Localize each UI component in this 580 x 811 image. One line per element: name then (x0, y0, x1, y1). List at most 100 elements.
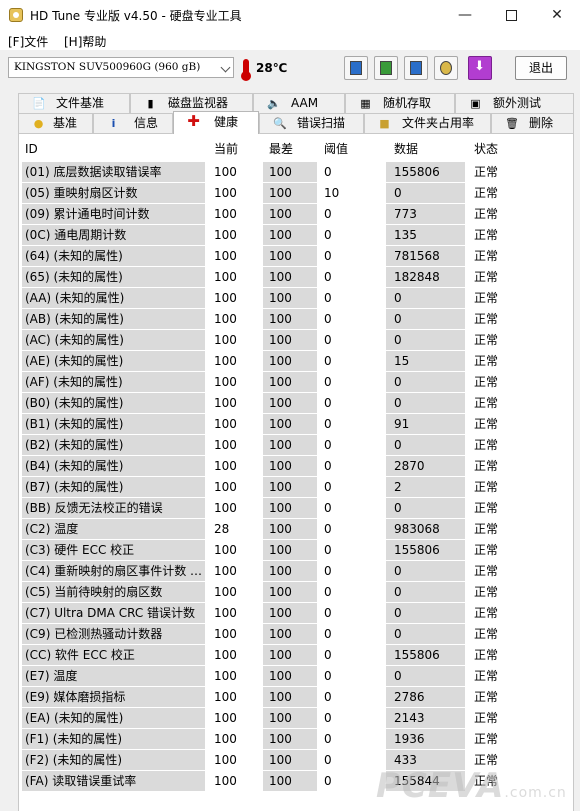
cell-data: 2 (386, 477, 465, 497)
cell-id: (CC) 软件 ECC 校正 (22, 645, 205, 665)
table-row[interactable]: (BB) 反馈无法校正的错误 100 100 0 0 正常 (20, 498, 520, 519)
cell-data: 0 (386, 393, 465, 413)
col-header-worst[interactable]: 最差 (269, 136, 293, 162)
cell-worst: 100 (263, 351, 317, 371)
table-row[interactable]: (01) 底层数据读取错误率 100 100 0 155806 正常 (20, 162, 520, 183)
table-row[interactable]: (B0) (未知的属性) 100 100 0 0 正常 (20, 393, 520, 414)
table-row[interactable]: (0C) 通电周期计数 100 100 0 135 正常 (20, 225, 520, 246)
cell-id: (0C) 通电周期计数 (22, 225, 205, 245)
table-row[interactable]: (CC) 软件 ECC 校正 100 100 0 155806 正常 (20, 645, 520, 666)
cell-status: 正常 (474, 501, 499, 515)
cell-worst: 100 (263, 435, 317, 455)
table-row[interactable]: (B1) (未知的属性) 100 100 0 91 正常 (20, 414, 520, 435)
table-row[interactable]: (AB) (未知的属性) 100 100 0 0 正常 (20, 309, 520, 330)
cell-data: 0 (386, 288, 465, 308)
cell-current: 100 (214, 690, 237, 704)
table-row[interactable]: (AA) (未知的属性) 100 100 0 0 正常 (20, 288, 520, 309)
table-row[interactable]: (EA) (未知的属性) 100 100 0 2143 正常 (20, 708, 520, 729)
tab-info[interactable]: i 信息 (93, 113, 173, 133)
table-row[interactable]: (AC) (未知的属性) 100 100 0 0 正常 (20, 330, 520, 351)
table-row[interactable]: (B7) (未知的属性) 100 100 0 2 正常 (20, 477, 520, 498)
options-button[interactable] (434, 56, 458, 80)
table-row[interactable]: (AF) (未知的属性) 100 100 0 0 正常 (20, 372, 520, 393)
toolbar: KINGSTON SUV500960G (960 gB) 28℃ (0, 50, 580, 88)
table-row[interactable]: (09) 累计通电时间计数 100 100 0 773 正常 (20, 204, 520, 225)
cell-current: 100 (214, 165, 237, 179)
table-row[interactable]: (F2) (未知的属性) 100 100 0 433 正常 (20, 750, 520, 771)
col-header-data[interactable]: 数据 (394, 136, 418, 162)
cell-id: (E9) 媒体磨损指标 (22, 687, 205, 707)
table-row[interactable]: (AE) (未知的属性) 100 100 0 15 正常 (20, 351, 520, 372)
table-row[interactable]: (C4) 重新映射的扇区事件计数 … 100 100 0 0 正常 (20, 561, 520, 582)
table-row[interactable]: (C3) 硬件 ECC 校正 100 100 0 155806 正常 (20, 540, 520, 561)
col-header-threshold[interactable]: 阈值 (324, 136, 348, 162)
tab-file-benchmark[interactable]: 📄 文件基准 (18, 93, 130, 113)
cell-current: 100 (214, 501, 237, 515)
cell-threshold: 0 (324, 375, 332, 389)
save-button[interactable] (404, 56, 428, 80)
minimize-button[interactable]: — (442, 0, 488, 30)
menu-file[interactable]: [F]文件 (8, 33, 48, 50)
tab-row-2: ● 基准 i 信息 ✚ 健康 🔍 错误扫描 ■ 文件夹占用率 🗑 删除 (18, 111, 574, 134)
tab-benchmark[interactable]: ● 基准 (18, 113, 93, 133)
cell-status: 正常 (474, 732, 499, 746)
cell-id: (C5) 当前待映射的扇区数 (22, 582, 205, 602)
menu-help[interactable]: [H]帮助 (64, 33, 106, 50)
col-header-id[interactable]: ID (25, 136, 38, 162)
cell-status: 正常 (474, 669, 499, 683)
menu-bar: [F]文件 [H]帮助 (0, 30, 580, 50)
download-button[interactable] (468, 56, 492, 80)
copy-info-button[interactable] (344, 56, 368, 80)
col-header-status[interactable]: 状态 (474, 136, 498, 162)
cell-threshold: 0 (324, 312, 332, 326)
table-row[interactable]: (65) (未知的属性) 100 100 0 182848 正常 (20, 267, 520, 288)
health-cross-icon: ✚ (187, 112, 200, 130)
drive-select[interactable]: KINGSTON SUV500960G (960 gB) (8, 57, 234, 78)
tab-random-access[interactable]: ▦ 随机存取 (345, 93, 455, 113)
maximize-button[interactable] (488, 0, 534, 30)
table-row[interactable]: (64) (未知的属性) 100 100 0 781568 正常 (20, 246, 520, 267)
chevron-down-icon (220, 62, 231, 73)
table-row[interactable]: (B4) (未知的属性) 100 100 0 2870 正常 (20, 456, 520, 477)
cell-data: 0 (386, 624, 465, 644)
table-row[interactable]: (B2) (未知的属性) 100 100 0 0 正常 (20, 435, 520, 456)
table-row[interactable]: (F1) (未知的属性) 100 100 0 1936 正常 (20, 729, 520, 750)
table-row[interactable]: (05) 重映射扇区计数 100 100 10 0 正常 (20, 183, 520, 204)
cell-status: 正常 (474, 291, 499, 305)
app-icon (9, 8, 23, 22)
cell-threshold: 0 (324, 396, 332, 410)
cell-data: 433 (386, 750, 465, 770)
col-header-current[interactable]: 当前 (214, 136, 238, 162)
cell-worst: 100 (263, 225, 317, 245)
cell-data: 155806 (386, 645, 465, 665)
table-row[interactable]: (E7) 温度 100 100 0 0 正常 (20, 666, 520, 687)
table-row[interactable]: (FA) 读取错误重试率 100 100 0 155844 正常 (20, 771, 520, 792)
cell-worst: 100 (263, 204, 317, 224)
cell-current: 100 (214, 459, 237, 473)
table-row[interactable]: (E9) 媒体磨损指标 100 100 0 2786 正常 (20, 687, 520, 708)
tab-aam[interactable]: 🔈 AAM (253, 93, 345, 113)
tab-error-scan[interactable]: 🔍 错误扫描 (259, 113, 364, 133)
table-row[interactable]: (C5) 当前待映射的扇区数 100 100 0 0 正常 (20, 582, 520, 603)
exit-button[interactable]: 退出 (515, 56, 567, 80)
table-row[interactable]: (C7) Ultra DMA CRC 错误计数 100 100 0 0 正常 (20, 603, 520, 624)
cell-threshold: 0 (324, 732, 332, 746)
cell-current: 100 (214, 249, 237, 263)
tab-folder-usage[interactable]: ■ 文件夹占用率 (364, 113, 491, 133)
copy-icon (350, 61, 362, 75)
close-button[interactable]: ✕ (534, 0, 580, 30)
tab-health[interactable]: ✚ 健康 (173, 111, 259, 134)
cell-threshold: 0 (324, 207, 332, 221)
tab-delete[interactable]: 🗑 删除 (491, 113, 574, 133)
tab-disk-monitor[interactable]: ▮ 磁盘监视器 (130, 93, 253, 113)
cell-data: 2143 (386, 708, 465, 728)
cell-threshold: 0 (324, 438, 332, 452)
cell-status: 正常 (474, 480, 499, 494)
cell-threshold: 0 (324, 690, 332, 704)
table-row[interactable]: (C9) 已检测热骚动计数器 100 100 0 0 正常 (20, 624, 520, 645)
tab-extra-tests[interactable]: ▣ 额外测试 (455, 93, 574, 113)
cell-status: 正常 (474, 711, 499, 725)
cell-data: 0 (386, 330, 465, 350)
copy-all-button[interactable] (374, 56, 398, 80)
table-row[interactable]: (C2) 温度 28 100 0 983068 正常 (20, 519, 520, 540)
